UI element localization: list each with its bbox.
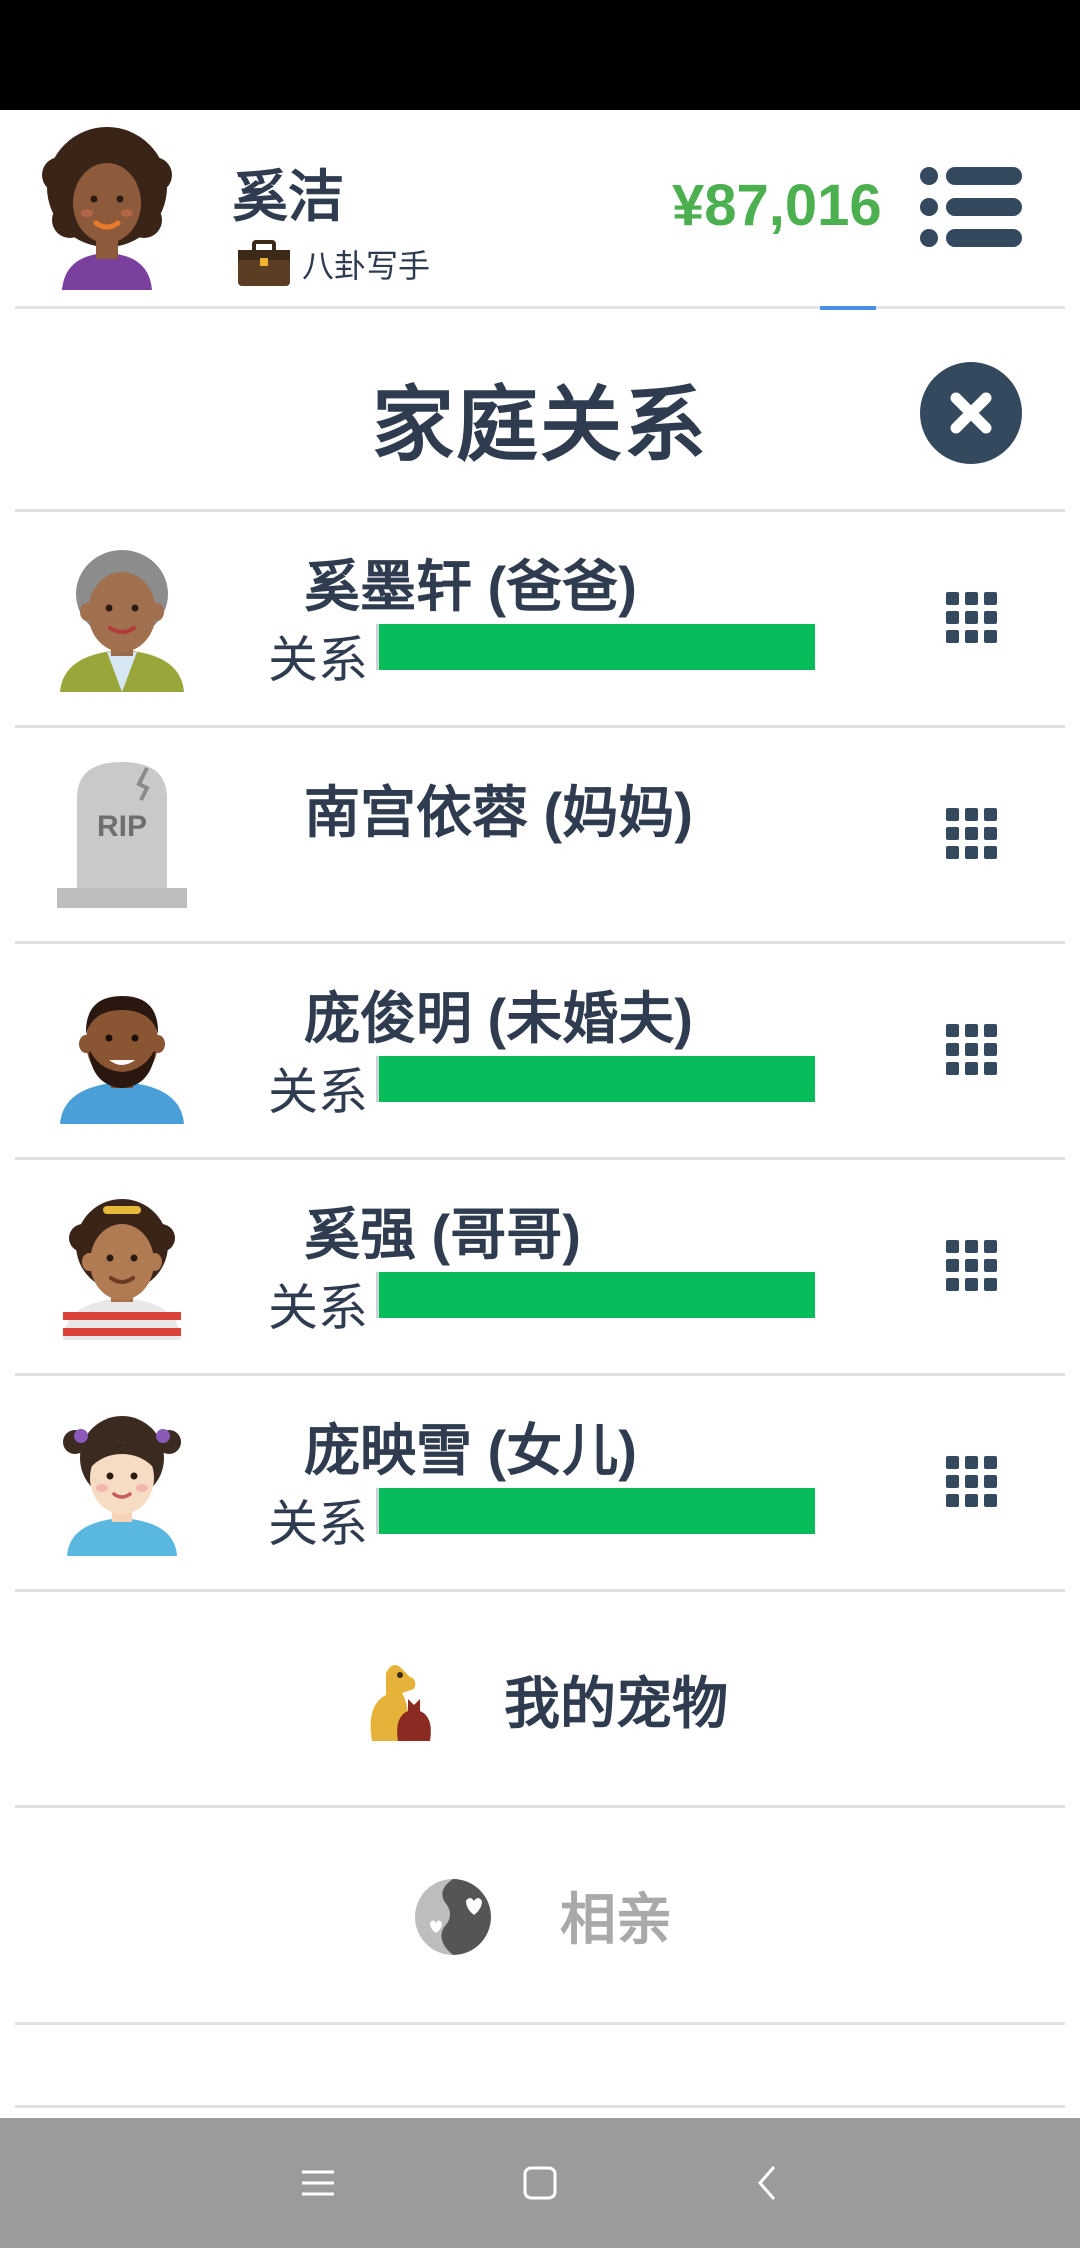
dating-button[interactable]: 相亲 bbox=[0, 1808, 1080, 2023]
grid-menu-icon[interactable] bbox=[946, 1456, 998, 1508]
nav-home-icon[interactable] bbox=[510, 2153, 570, 2213]
member-name: 南宫依蓉 (妈妈) bbox=[304, 781, 693, 844]
relation-bar bbox=[376, 1272, 815, 1318]
system-nav-bar bbox=[0, 2118, 1080, 2248]
family-member-row[interactable]: 庞俊明 (未婚夫) 关系 bbox=[0, 944, 1080, 1158]
family-member-row[interactable]: RIP 南宫依蓉 (妈妈) bbox=[0, 728, 1080, 942]
status-bar bbox=[0, 0, 1080, 110]
member-name: 奚墨轩 (爸爸) bbox=[304, 555, 637, 618]
grid-menu-icon[interactable] bbox=[946, 592, 998, 644]
family-member-row[interactable]: 庞映雪 (女儿) 关系 bbox=[0, 1376, 1080, 1590]
relation-bar bbox=[376, 624, 815, 670]
menu-list-icon[interactable] bbox=[918, 165, 1024, 249]
member-name: 庞映雪 (女儿) bbox=[304, 1419, 637, 1482]
job-title: 八卦写手 bbox=[302, 248, 431, 284]
my-pets-label: 我的宠物 bbox=[504, 1672, 728, 1735]
profile-header: 奚洁 八卦写手 ¥87,016 bbox=[0, 110, 1080, 308]
relation-bar bbox=[376, 1056, 815, 1102]
relation-bar-fill bbox=[379, 1272, 815, 1318]
player-name: 奚洁 bbox=[232, 165, 344, 228]
relation-label: 关系 bbox=[268, 632, 368, 688]
member-avatar bbox=[60, 550, 184, 692]
svg-text:RIP: RIP bbox=[97, 810, 147, 843]
dating-hearts-icon bbox=[415, 1878, 491, 1955]
relation-bar-fill bbox=[379, 624, 815, 670]
member-name: 奚强 (哥哥) bbox=[304, 1203, 581, 1266]
relation-label: 关系 bbox=[268, 1496, 368, 1552]
member-avatar bbox=[60, 996, 184, 1124]
money-balance: ¥87,016 bbox=[672, 173, 882, 238]
dating-label: 相亲 bbox=[560, 1888, 672, 1951]
player-avatar[interactable] bbox=[40, 125, 175, 290]
player-job: 八卦写手 bbox=[236, 238, 430, 290]
pet-dog-cat-icon bbox=[370, 1664, 431, 1741]
divider bbox=[15, 2105, 1065, 2108]
family-member-row[interactable]: 奚墨轩 (爸爸) 关系 bbox=[0, 512, 1080, 726]
family-member-row[interactable]: 奚强 (哥哥) 关系 bbox=[0, 1160, 1080, 1374]
close-icon bbox=[950, 392, 992, 434]
relation-bar-fill bbox=[379, 1056, 815, 1102]
relation-label: 关系 bbox=[268, 1064, 368, 1120]
close-button[interactable] bbox=[920, 362, 1022, 464]
briefcase-icon bbox=[238, 240, 290, 286]
member-avatar bbox=[63, 1416, 181, 1556]
nav-menu-icon[interactable] bbox=[288, 2153, 348, 2213]
relation-bar bbox=[376, 1488, 815, 1534]
tombstone-icon: RIP bbox=[57, 762, 187, 908]
grid-menu-icon[interactable] bbox=[946, 808, 998, 860]
member-avatar bbox=[63, 1199, 181, 1340]
grid-menu-icon[interactable] bbox=[946, 1024, 998, 1076]
member-name: 庞俊明 (未婚夫) bbox=[304, 987, 693, 1050]
divider bbox=[15, 2022, 1065, 2025]
grid-menu-icon[interactable] bbox=[946, 1240, 998, 1292]
header-divider bbox=[15, 306, 1065, 309]
my-pets-button[interactable]: 我的宠物 bbox=[0, 1592, 1080, 1807]
relation-bar-fill bbox=[379, 1488, 815, 1534]
title-bar: 家庭关系 bbox=[0, 310, 1080, 510]
relation-label: 关系 bbox=[268, 1280, 368, 1336]
page-title: 家庭关系 bbox=[371, 380, 708, 471]
nav-back-icon[interactable] bbox=[738, 2153, 798, 2213]
